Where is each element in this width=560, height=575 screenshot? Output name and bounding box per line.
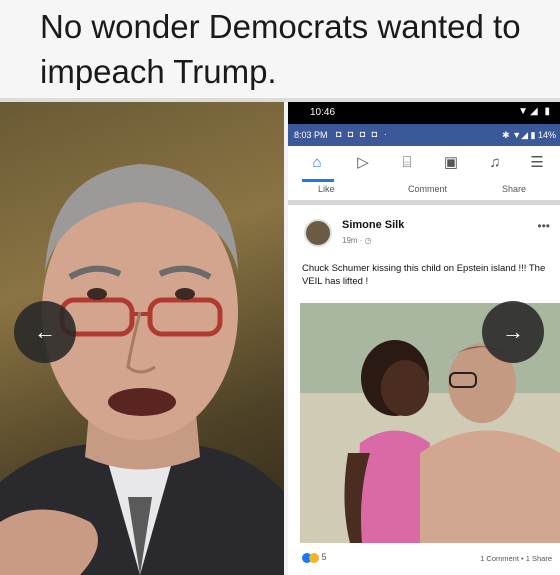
avatar[interactable] [304,219,332,247]
meme-caption-area: No wonder Democrats wanted to impeach Tr… [0,0,560,98]
status-time: 10:46 [310,107,336,118]
comment-button[interactable]: Comment [408,184,447,194]
inner-status-bar: 8:03 PM ◘ ◘ ◘ ◘ · ✱ ▼◢ ▮ 14% [288,124,560,146]
post-text: Chuck Schumer kissing this child on Epst… [302,263,546,287]
menu-icon[interactable]: ☰ [528,154,546,172]
inner-status-time: 8:03 PM [294,130,328,140]
notification-icons: ◘ ◘ ◘ ◘ · [336,129,389,139]
next-arrow-button[interactable]: → [482,301,544,363]
facebook-nav-bar: ⌂ ▷ ⌸ ▣ ♫ ☰ [288,146,560,183]
post-author[interactable]: Simone Silk [342,219,404,231]
news-icon[interactable]: ▣ [442,154,460,172]
reactions-summary[interactable]: 5 [302,552,327,563]
post-meta: 19m · ◷ [342,236,372,245]
share-button[interactable]: Share [502,184,526,194]
home-icon[interactable]: ⌂ [308,154,326,172]
haha-reaction-icon [309,552,319,563]
reaction-count: 5 [321,552,327,562]
inner-status-right: ✱ ▼◢ ▮ 14% [502,130,556,140]
watch-icon[interactable]: ▷ [354,154,372,172]
action-row: Like Comment Share [288,182,560,205]
more-options-icon[interactable]: ••• [537,219,550,233]
previous-arrow-button[interactable]: ← [14,301,76,363]
comments-shares-count[interactable]: 1 Comment • 1 Share [480,554,552,563]
notifications-icon[interactable]: ♫ [486,154,504,172]
marketplace-icon[interactable]: ⌸ [398,154,416,172]
like-button[interactable]: Like [318,184,335,194]
meme-caption: No wonder Democrats wanted to impeach Tr… [40,8,521,90]
facebook-post: Simone Silk 19m · ◷ ••• Chuck Schumer ki… [288,205,560,575]
signal-battery-icon: ▼◢ ▮ [518,106,552,117]
phone-status-bar: 10:46 ▼◢ ▮ [288,102,560,124]
